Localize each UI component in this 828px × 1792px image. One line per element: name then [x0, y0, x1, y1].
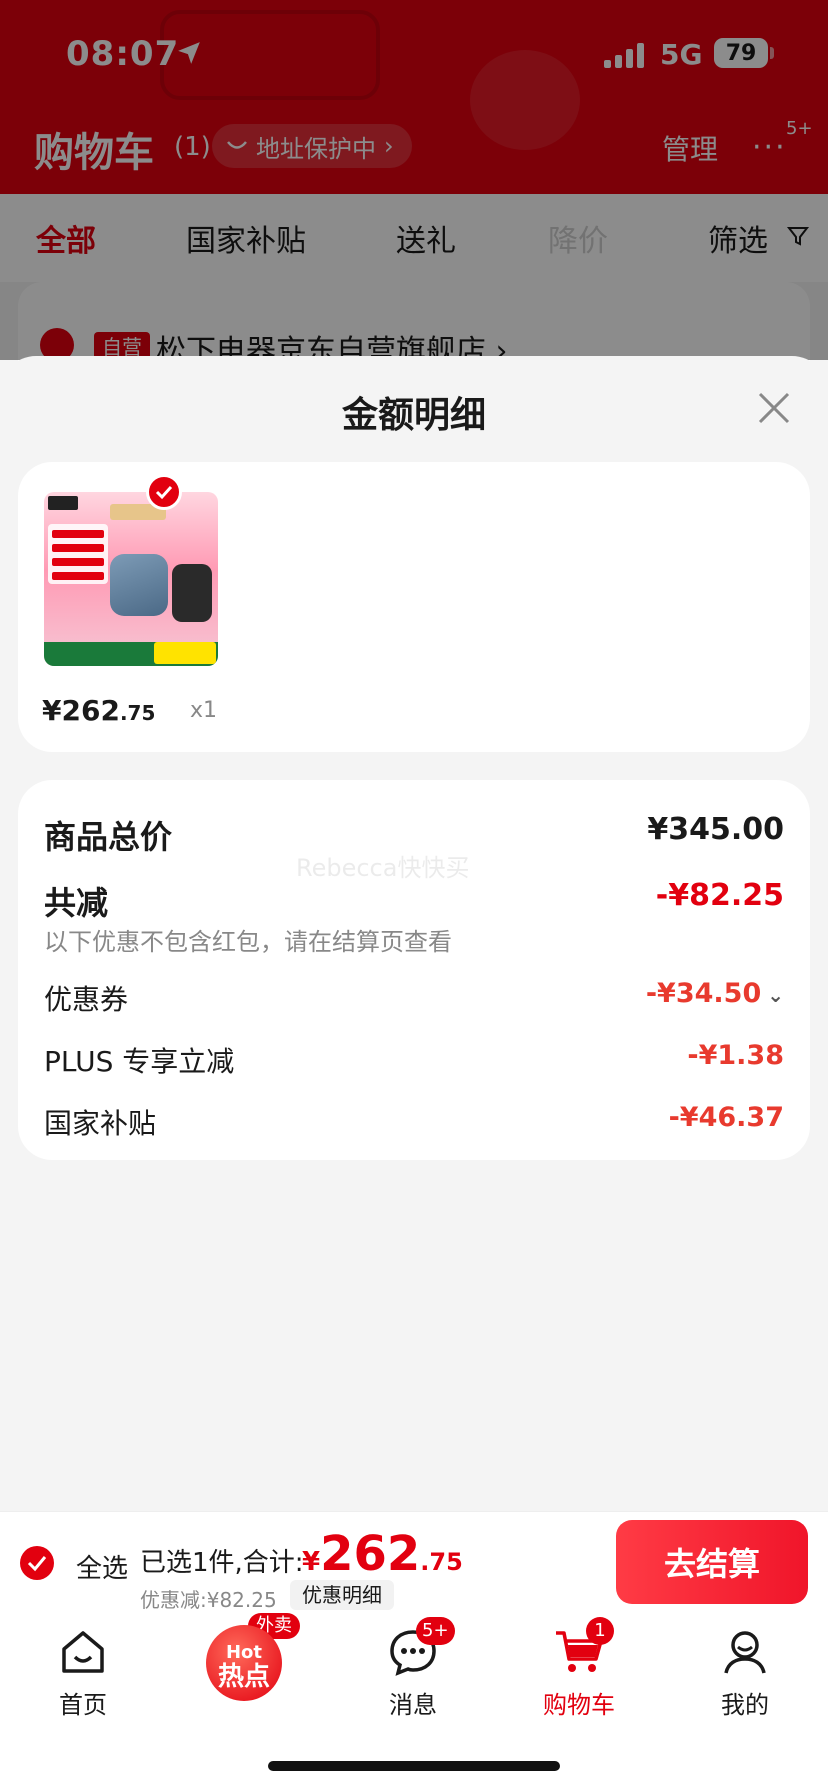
select-all-checkbox[interactable]: [20, 1546, 54, 1580]
reduce-row: 共减 -¥82.25: [44, 878, 784, 922]
product-card: ¥262.75 x1: [18, 462, 810, 752]
total-label: 商品总价: [44, 818, 173, 856]
user-icon: [718, 1625, 772, 1679]
dim-overlay[interactable]: [0, 0, 828, 360]
total-integer: 262: [320, 1526, 421, 1582]
total-currency: ¥: [302, 1547, 321, 1577]
close-icon[interactable]: [754, 388, 794, 428]
cart-screen: 08:07 5G 79 购物车 (1) 地址保护中 › 管理 ··· 5+ 全部…: [0, 0, 828, 1792]
discount-amount: 优惠减:¥82.25: [140, 1588, 277, 1612]
reduce-value: -¥82.25: [655, 878, 784, 913]
total-value: ¥345.00: [647, 812, 784, 847]
total-decimal: .75: [420, 1548, 463, 1576]
reduce-label: 共减: [44, 884, 109, 922]
tabbar-cart[interactable]: 1 购物车: [524, 1617, 634, 1720]
tabbar-messages-label: 消息: [389, 1691, 437, 1719]
product-image[interactable]: [44, 492, 218, 666]
tabbar-home[interactable]: 首页: [28, 1625, 138, 1720]
tabbar-messages[interactable]: 5+ 消息: [358, 1617, 468, 1720]
summary-card: Rebecca快快买 商品总价 ¥345.00 共减 -¥82.25 以下优惠不…: [18, 780, 810, 1160]
price-tag: [154, 642, 216, 664]
hot-line2: 热点: [217, 1661, 270, 1692]
coupon-value: -¥34.50: [645, 978, 762, 1009]
coupon-value-wrap: -¥34.50 ⌄: [646, 978, 784, 1009]
discount-detail-button[interactable]: 优惠明细: [290, 1580, 394, 1610]
sheet-title: 金额明细: [341, 395, 486, 436]
discount-note: 以下优惠不包含红包，请在结算页查看: [44, 928, 452, 956]
message-icon: 5+: [386, 1617, 455, 1679]
subsidy-label: 国家补贴: [44, 1107, 157, 1140]
hot-line1: Hot: [225, 1642, 263, 1663]
tabbar-mine-label: 我的: [721, 1691, 769, 1719]
plus-row: PLUS 专享立减 -¥1.38: [44, 1040, 784, 1078]
messages-badge: 5+: [416, 1617, 455, 1645]
product-price: ¥262.75: [42, 694, 155, 727]
check-icon: [27, 1556, 47, 1572]
coupon-row[interactable]: 优惠券 -¥34.50 ⌄: [44, 978, 784, 1016]
product-checkbox[interactable]: [146, 474, 182, 510]
brand-logo: [48, 496, 78, 510]
product-price-dec: .75: [119, 701, 156, 725]
check-icon: [155, 485, 173, 500]
tabbar-home-label: 首页: [59, 1691, 107, 1719]
total-row: 商品总价 ¥345.00: [44, 812, 784, 856]
checkout-total: ¥262.75: [302, 1526, 463, 1582]
shaver-case: [172, 564, 212, 622]
home-icon: [56, 1625, 110, 1679]
shaver-device: [110, 554, 168, 616]
cart-badge: 1: [586, 1617, 614, 1645]
coupon-label: 优惠券: [44, 983, 129, 1016]
chevron-down-icon[interactable]: ⌄: [767, 983, 784, 1007]
tabbar-mine[interactable]: 我的: [690, 1625, 800, 1720]
hot-icon[interactable]: Hot 热点: [206, 1625, 282, 1701]
select-all-label[interactable]: 全选: [76, 1548, 128, 1585]
subsidy-value: -¥46.37: [668, 1102, 784, 1133]
plus-value: -¥1.38: [687, 1040, 784, 1071]
checkout-bar: 全选 已选1件,合计: ¥262.75 优惠减:¥82.25 优惠明细 去结算: [0, 1511, 828, 1612]
home-indicator: [268, 1761, 560, 1771]
product-quantity: x1: [190, 698, 218, 723]
subsidy-row: 国家补贴 -¥46.37: [44, 1102, 784, 1140]
amount-detail-sheet: 金额明细 ¥262.75 x1 Rebecca快快买 商品总价 ¥345.00 …: [0, 356, 828, 1511]
plus-label: PLUS 专享立减: [44, 1045, 235, 1078]
promo-headline: [48, 524, 108, 584]
product-price-int: ¥262: [42, 694, 120, 727]
checkout-button[interactable]: 去结算: [616, 1520, 808, 1604]
selected-summary: 已选1件,合计:: [140, 1548, 304, 1578]
tabbar-cart-label: 购物车: [543, 1691, 615, 1719]
cart-icon: 1: [552, 1617, 614, 1679]
